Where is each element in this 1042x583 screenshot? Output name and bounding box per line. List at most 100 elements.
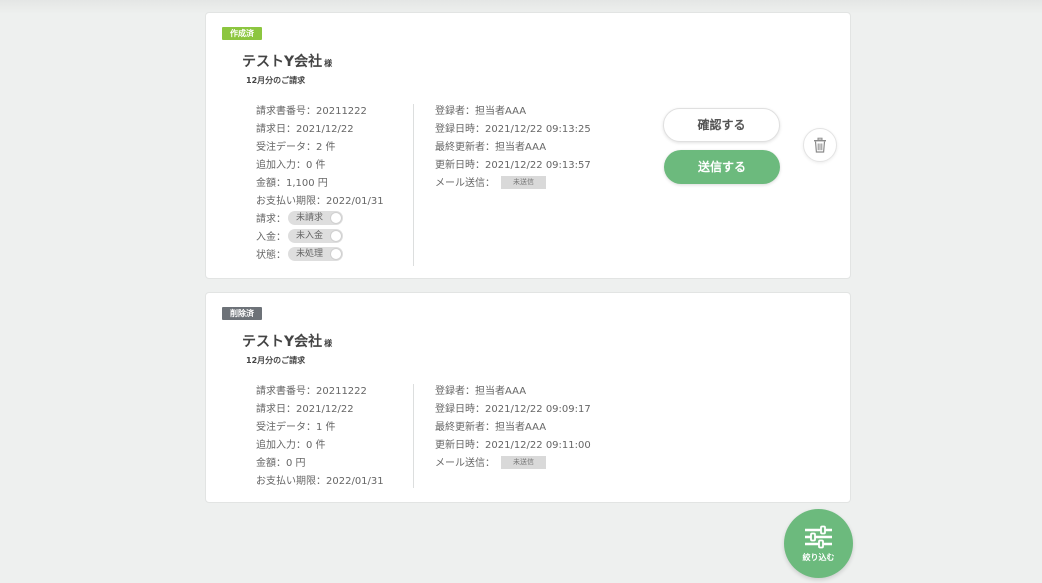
detail-value: 20211222 bbox=[316, 386, 367, 397]
mail-label: メール送信： bbox=[435, 178, 495, 189]
mail-row: メール送信： 未送信 bbox=[435, 175, 591, 193]
detail-value: 2021/12/22 bbox=[296, 404, 354, 415]
toggle-knob bbox=[330, 212, 342, 224]
sliders-icon bbox=[805, 525, 832, 549]
meta-label: 登録者： bbox=[435, 386, 475, 397]
toggle-knob bbox=[330, 248, 342, 260]
billing-status-row: 請求： 未請求 bbox=[256, 211, 384, 229]
meta-row: 更新日時：2021/12/22 09:13:57 bbox=[435, 157, 591, 175]
toggle-row-label: 入金： bbox=[256, 232, 286, 243]
meta-label: 登録日時： bbox=[435, 404, 485, 415]
meta-value: 担当者AAA bbox=[495, 142, 547, 153]
invoice-details: 請求書番号：20211222 請求日：2021/12/22 受注データ：2 件 … bbox=[256, 103, 384, 265]
billing-status-toggle[interactable]: 未請求 bbox=[288, 211, 343, 225]
detail-row: 追加入力：0 件 bbox=[256, 437, 384, 455]
detail-value: 2022/01/31 bbox=[326, 476, 384, 487]
meta-value: 2021/12/22 09:09:17 bbox=[485, 404, 591, 415]
toggle-knob bbox=[330, 230, 342, 242]
meta-row: 登録者：担当者AAA bbox=[435, 383, 591, 401]
toggle-value: 未請求 bbox=[296, 213, 324, 223]
detail-value: 2 件 bbox=[316, 142, 336, 153]
meta-value: 担当者AAA bbox=[495, 422, 547, 433]
meta-value: 担当者AAA bbox=[475, 386, 527, 397]
meta-label: 更新日時： bbox=[435, 440, 485, 451]
detail-label: 金額： bbox=[256, 458, 286, 469]
meta-label: 最終更新者： bbox=[435, 422, 495, 433]
status-tag-deleted: 削除済 bbox=[222, 307, 262, 320]
meta-row: 最終更新者：担当者AAA bbox=[435, 139, 591, 157]
send-button[interactable]: 送信する bbox=[664, 150, 780, 184]
company-name-text: テストY会社 bbox=[242, 54, 323, 70]
trash-icon bbox=[814, 137, 826, 153]
detail-value: 1,100 円 bbox=[286, 178, 328, 189]
honorific: 様 bbox=[324, 339, 333, 348]
detail-value: 2022/01/31 bbox=[326, 196, 384, 207]
detail-row: 請求日：2021/12/22 bbox=[256, 401, 384, 419]
company-name: テストY会社様 bbox=[242, 331, 332, 351]
filter-button[interactable]: 絞り込む bbox=[784, 509, 853, 578]
meta-row: 登録者：担当者AAA bbox=[435, 103, 591, 121]
detail-row: 請求書番号：20211222 bbox=[256, 103, 384, 121]
detail-label: 請求日： bbox=[256, 404, 296, 415]
detail-row: 追加入力：0 件 bbox=[256, 157, 384, 175]
detail-value: 0 件 bbox=[306, 160, 326, 171]
mail-label: メール送信： bbox=[435, 458, 495, 469]
payment-status-toggle[interactable]: 未入金 bbox=[288, 229, 343, 243]
column-divider bbox=[413, 384, 414, 488]
company-name-text: テストY会社 bbox=[242, 334, 323, 350]
meta-row: 更新日時：2021/12/22 09:11:00 bbox=[435, 437, 591, 455]
registration-info: 登録者：担当者AAA 登録日時：2021/12/22 09:13:25 最終更新… bbox=[435, 103, 591, 193]
meta-row: 登録日時：2021/12/22 09:13:25 bbox=[435, 121, 591, 139]
detail-label: 請求日： bbox=[256, 124, 296, 135]
meta-value: 担当者AAA bbox=[475, 106, 527, 117]
detail-label: 追加入力： bbox=[256, 440, 306, 451]
invoice-card: 作成済 テストY会社様 12月分のご請求 請求書番号：20211222 請求日：… bbox=[205, 12, 851, 279]
detail-value: 1 件 bbox=[316, 422, 336, 433]
detail-row: 金額：0 円 bbox=[256, 455, 384, 473]
detail-row: 受注データ：2 件 bbox=[256, 139, 384, 157]
meta-row: 最終更新者：担当者AAA bbox=[435, 419, 591, 437]
payment-status-row: 入金： 未入金 bbox=[256, 229, 384, 247]
process-status-toggle[interactable]: 未処理 bbox=[288, 247, 343, 261]
toggle-value: 未処理 bbox=[296, 249, 324, 259]
detail-row: 請求書番号：20211222 bbox=[256, 383, 384, 401]
mail-status-badge: 未送信 bbox=[501, 175, 546, 189]
detail-label: 受注データ： bbox=[256, 142, 316, 153]
meta-value: 2021/12/22 09:13:57 bbox=[485, 160, 591, 171]
meta-label: 最終更新者： bbox=[435, 142, 495, 153]
detail-label: 追加入力： bbox=[256, 160, 306, 171]
detail-value: 0 件 bbox=[306, 440, 326, 451]
meta-label: 登録日時： bbox=[435, 124, 485, 135]
detail-label: お支払い期限： bbox=[256, 476, 326, 487]
meta-value: 2021/12/22 09:11:00 bbox=[485, 440, 591, 451]
detail-value: 2021/12/22 bbox=[296, 124, 354, 135]
process-status-row: 状態： 未処理 bbox=[256, 247, 384, 265]
status-tag-created: 作成済 bbox=[222, 27, 262, 40]
honorific: 様 bbox=[324, 59, 333, 68]
detail-row: 受注データ：1 件 bbox=[256, 419, 384, 437]
column-divider bbox=[413, 104, 414, 266]
detail-value: 20211222 bbox=[316, 106, 367, 117]
invoice-card: 削除済 テストY会社様 12月分のご請求 請求書番号：20211222 請求日：… bbox=[205, 292, 851, 503]
detail-row: 金額：1,100 円 bbox=[256, 175, 384, 193]
detail-label: 請求書番号： bbox=[256, 386, 316, 397]
detail-label: 受注データ： bbox=[256, 422, 316, 433]
delete-button[interactable] bbox=[803, 128, 837, 162]
toggle-row-label: 請求： bbox=[256, 214, 286, 225]
toggle-value: 未入金 bbox=[296, 231, 324, 241]
detail-row: 請求日：2021/12/22 bbox=[256, 121, 384, 139]
company-name: テストY会社様 bbox=[242, 51, 332, 71]
detail-label: お支払い期限： bbox=[256, 196, 326, 207]
mail-status-badge: 未送信 bbox=[501, 455, 546, 469]
invoice-details: 請求書番号：20211222 請求日：2021/12/22 受注データ：1 件 … bbox=[256, 383, 384, 491]
detail-value: 0 円 bbox=[286, 458, 306, 469]
meta-row: 登録日時：2021/12/22 09:09:17 bbox=[435, 401, 591, 419]
confirm-button[interactable]: 確認する bbox=[663, 108, 780, 142]
filter-button-label: 絞り込む bbox=[802, 553, 835, 562]
meta-label: 登録者： bbox=[435, 106, 475, 117]
detail-label: 請求書番号： bbox=[256, 106, 316, 117]
mail-row: メール送信： 未送信 bbox=[435, 455, 591, 473]
detail-row: お支払い期限：2022/01/31 bbox=[256, 193, 384, 211]
billing-period: 12月分のご請求 bbox=[246, 356, 306, 365]
detail-label: 金額： bbox=[256, 178, 286, 189]
